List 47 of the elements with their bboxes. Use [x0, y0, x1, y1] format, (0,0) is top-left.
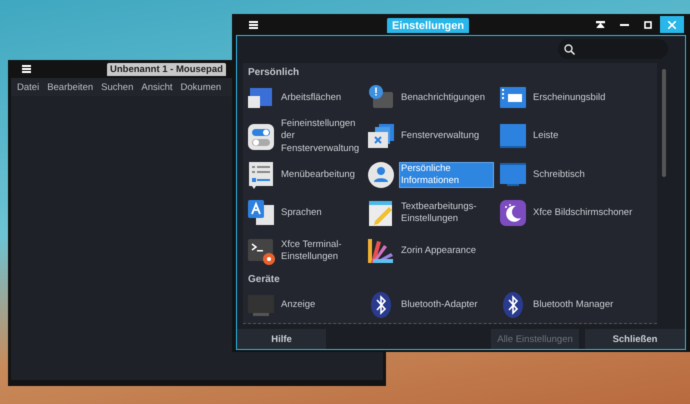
- person-icon: [367, 161, 395, 190]
- search-field[interactable]: [558, 39, 668, 59]
- menu-item[interactable]: Bearbeiten: [47, 82, 94, 92]
- settings-item[interactable]: Arbeitsflächen: [243, 79, 363, 117]
- settings-item[interactable]: Fensterverwaltung: [363, 117, 495, 155]
- menu-item[interactable]: Dokumen: [180, 82, 222, 92]
- section-heading: Persönlich: [247, 66, 300, 79]
- window-title: Einstellungen: [387, 18, 470, 33]
- panel-icon: [499, 122, 527, 150]
- pencil-notepad-icon: [367, 199, 395, 228]
- settings-item[interactable]: Textbearbeitungs-Einstellungen: [363, 194, 495, 232]
- stacked-windows-icon: [367, 122, 395, 150]
- settings-item[interactable]: Xfce Terminal-Einstellungen: [243, 232, 363, 270]
- section-heading: Geräte: [247, 273, 281, 286]
- toggle-switches-icon: [247, 122, 275, 151]
- caret-up-icon: [596, 21, 604, 28]
- menu-icon[interactable]: [249, 20, 258, 28]
- dialog-button[interactable]: Schließen: [585, 329, 685, 349]
- translate-icon: [247, 199, 275, 228]
- moon-icon: [499, 199, 527, 228]
- settings-item[interactable]: Zorin Appearance: [363, 232, 495, 270]
- minimize-icon: [620, 24, 628, 26]
- settings-item[interactable]: Xfce Bildschirmschoner: [495, 194, 657, 232]
- terminal-icon: [247, 237, 275, 266]
- menu-item[interactable]: Suchen: [101, 82, 134, 92]
- settings-item[interactable]: Erscheinungsbild: [495, 79, 657, 117]
- maximize-icon: [644, 20, 652, 28]
- close-icon: [668, 20, 676, 28]
- color-fan-icon: [367, 237, 395, 266]
- settings-item[interactable]: Sprachen: [243, 194, 363, 232]
- settings-item[interactable]: Leiste: [495, 117, 657, 155]
- search-icon: [564, 44, 575, 54]
- settings-item[interactable]: Feineinstellungen der Fensterverwaltung: [243, 117, 363, 156]
- settings-item[interactable]: Menübearbeitung: [243, 156, 363, 194]
- settings-item[interactable]: Persönliche Informationen: [363, 156, 495, 194]
- menu-icon[interactable]: [22, 65, 31, 73]
- menu-item[interactable]: Ansicht: [141, 82, 173, 92]
- dialog-button[interactable]: Hilfe: [237, 329, 326, 349]
- settings-item[interactable]: Schreibtisch: [495, 156, 657, 194]
- settings-item[interactable]: Bluetooth Manager: [495, 286, 657, 323]
- menu-list-icon: [247, 161, 275, 190]
- settings-item[interactable]: Anzeige: [243, 286, 363, 323]
- scrollbar[interactable]: [662, 69, 666, 177]
- settings-item[interactable]: Benachrichtigungen: [363, 79, 495, 117]
- settings-item[interactable]: Bluetooth-Adapter: [363, 286, 495, 323]
- window-title: Unbenannt 1 - Mousepad: [107, 62, 226, 76]
- menu-item[interactable]: Datei: [17, 82, 40, 92]
